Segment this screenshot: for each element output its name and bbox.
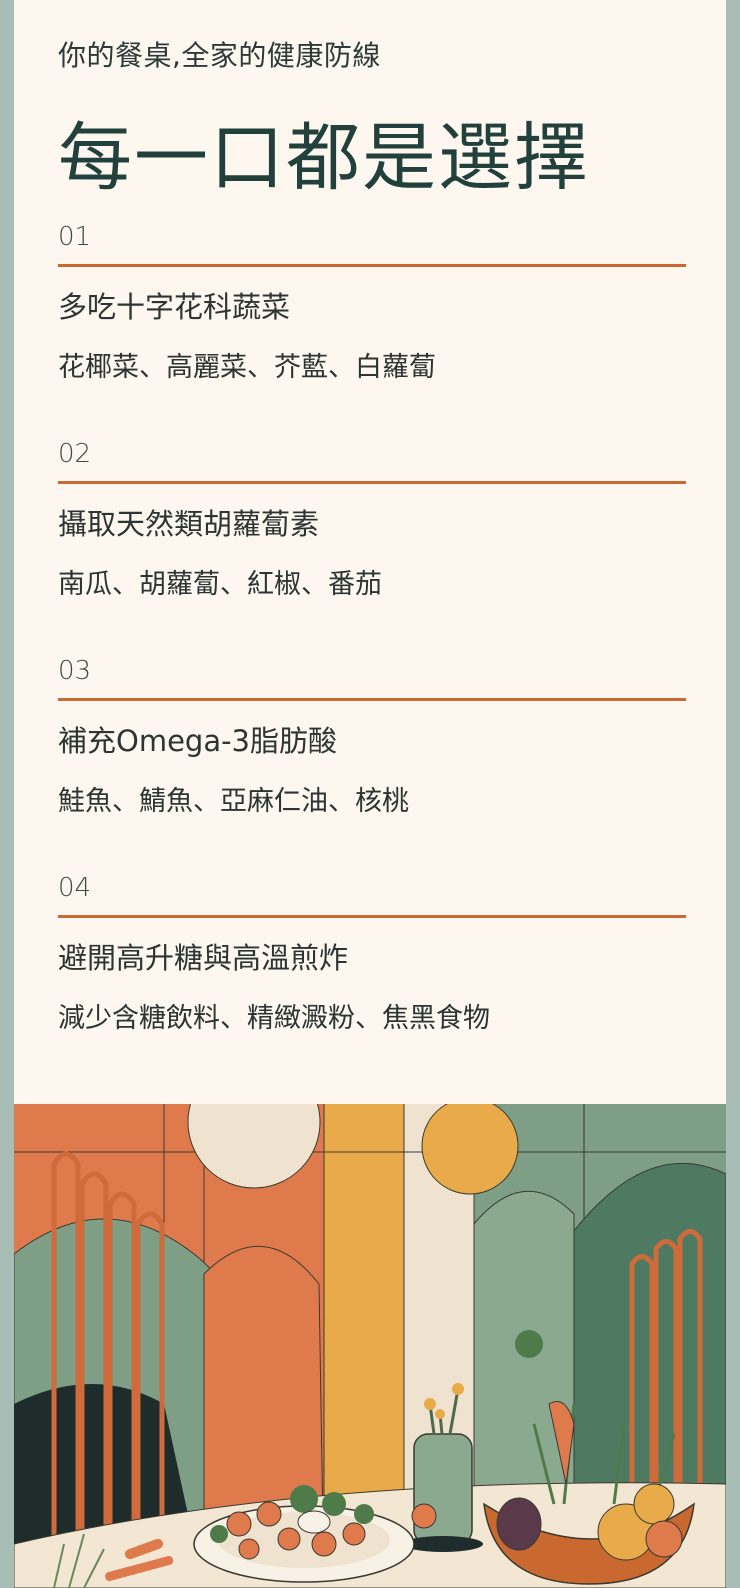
- tip-detail: 花椰菜、高麗菜、芥藍、白蘿蔔: [58, 352, 436, 383]
- tip-item-3: 03 補充Omega-3脂肪酸 鮭魚、鯖魚、亞麻仁油、核桃: [58, 654, 686, 819]
- tip-item-2: 02 攝取天然類胡蘿蔔素 南瓜、胡蘿蔔、紅椒、番茄: [58, 437, 686, 602]
- tip-heading: 補充Omega-3脂肪酸: [58, 724, 338, 758]
- tip-detail: 南瓜、胡蘿蔔、紅椒、番茄: [58, 569, 382, 600]
- tip-number: 02: [58, 439, 92, 469]
- dining-table-illustration: [14, 1104, 726, 1588]
- tip-number: 01: [58, 222, 92, 252]
- tip-detail: 鮭魚、鯖魚、亞麻仁油、核桃: [58, 786, 409, 817]
- tip-item-4: 04 避開高升糖與高溫煎炸 減少含糖飲料、精緻澱粉、焦黑食物: [58, 871, 686, 1036]
- tip-number: 04: [58, 873, 92, 903]
- divider-line: [58, 481, 686, 484]
- divider-line: [58, 264, 686, 267]
- tip-item-1: 01 多吃十字花科蔬菜 花椰菜、高麗菜、芥藍、白蘿蔔: [58, 220, 686, 385]
- tip-number: 03: [58, 656, 92, 686]
- tip-detail: 減少含糖飲料、精緻澱粉、焦黑食物: [58, 1003, 490, 1034]
- tip-heading: 避開高升糖與高溫煎炸: [58, 941, 349, 975]
- tip-heading: 攝取天然類胡蘿蔔素: [58, 507, 320, 541]
- divider-line: [58, 915, 686, 918]
- page-subtitle: 你的餐桌,全家的健康防線: [58, 39, 381, 72]
- page-title: 每一口都是選擇: [58, 115, 590, 201]
- content-card: 你的餐桌,全家的健康防線 每一口都是選擇 01 多吃十字花科蔬菜 花椰菜、高麗菜…: [14, 0, 726, 1588]
- tip-heading: 多吃十字花科蔬菜: [58, 290, 291, 324]
- divider-line: [58, 698, 686, 701]
